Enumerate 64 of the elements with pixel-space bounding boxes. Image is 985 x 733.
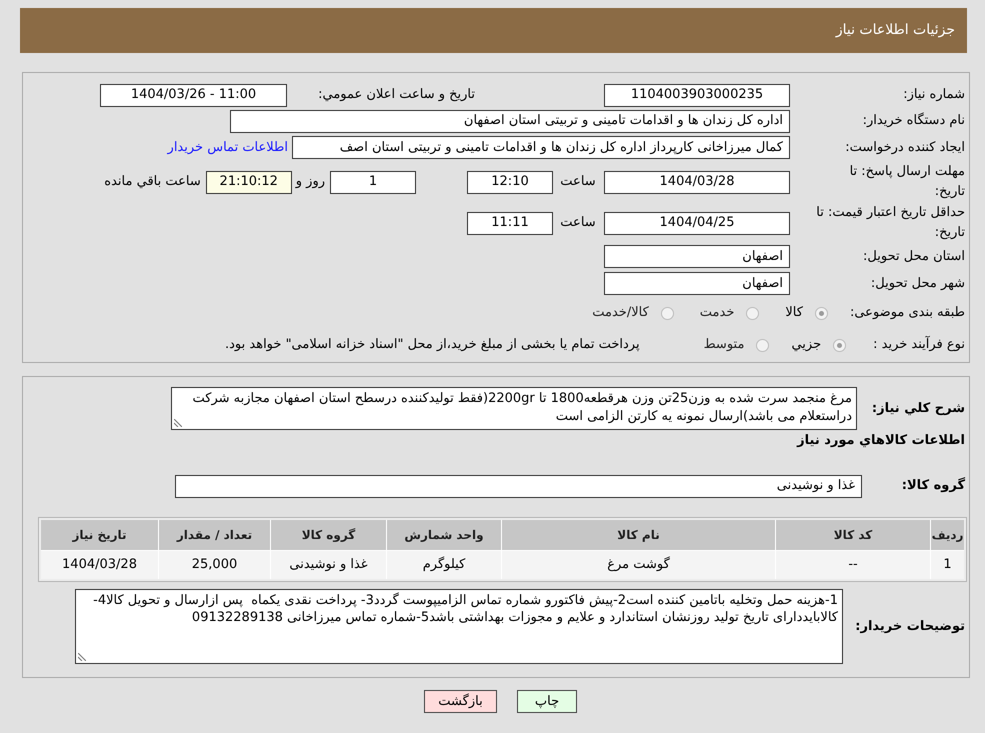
field-label: شماره نیاز: (902, 86, 965, 104)
field-label: نوع فرآیند خرید : (873, 335, 965, 354)
radio-label: متوسط (704, 336, 744, 354)
city-field[interactable]: اصفهان (604, 272, 790, 295)
column-header: گروه کالا (271, 520, 386, 550)
buyer-notes-field[interactable]: 1-هزینه حمل وتخلیه باتامین کننده است2-پیش فاکتورو شماره تماس الزامیپوست گردد3- پرداخت نقدی یکماه پس ازارسال و تحویل کالا4-کالابایددارای تاریخ تولید روزنشان استاندارد و علایم و مجوزات بهداشتی باشد5-شماره تماس میرزاخانی 09132289138 (75, 589, 843, 664)
field-label: گروه کالا: (900, 476, 965, 496)
payment-note: پرداخت تمام يا بخشی از مبلغ خرید،از محل "اسناد خزانه اسلامی" خواهد بود. (225, 336, 640, 354)
field-label: ساعت (559, 214, 597, 232)
table-cell: 1 (931, 551, 964, 579)
days-field[interactable]: 1 (330, 170, 416, 194)
buyer-org-field[interactable]: اداره کل زندان ها و اقدامات تامینی و تربیتی استان اصفهان (230, 110, 790, 132)
column-header: واحد شمارش (387, 520, 501, 550)
field-label: روز و (296, 173, 325, 192)
table-cell: 25,000 (159, 551, 270, 579)
requester-field[interactable]: کمال میرزاخانی کارپرداز اداره کل زندان ها و اقدامات تامینی و تربیتی استان اصف (292, 136, 790, 159)
radio-button[interactable] (746, 306, 760, 320)
validity-date-field[interactable]: 1404/04/25 (604, 212, 790, 234)
field-label: تاريخ و ساعت اعلان عمومي: (317, 86, 475, 104)
province-field[interactable]: اصفهان (604, 245, 790, 268)
table-cell: غذا و نوشیدنی (271, 551, 386, 579)
field-label: مهلت ارسال پاسخ: تا تاریخ: (848, 163, 965, 201)
column-header: تعداد / مقدار (159, 520, 270, 550)
buyer-contact-link[interactable]: اطلاعات تماس خریدار (168, 138, 288, 158)
validity-time-field[interactable]: 11:11 (467, 212, 553, 234)
field-label: شهر محل تحویل: (870, 274, 965, 293)
reply-date-field[interactable]: 1404/03/28 (604, 170, 790, 194)
field-label: حداقل تاریخ اعتبار قیمت: تا تاریخ: (815, 204, 965, 242)
column-header: نام کالا (502, 520, 775, 550)
radio-button[interactable] (660, 306, 674, 320)
radio-button[interactable] (756, 338, 770, 352)
field-label: ساعت باقي مانده (104, 173, 201, 192)
column-header: تاریخ نیاز (41, 520, 158, 550)
reply-time-field[interactable]: 12:10 (467, 170, 553, 194)
radio-button[interactable] (833, 338, 846, 352)
description-field[interactable]: مرغ منجمد سرت شده به وزن25تن وزن هرقطعه1800 تا 2200gr(فقط تولیدکننده درسطح استان اصفهان مجازبه شرکت دراستعلام می باشد)ارسال نمونه یه کارتن الزامی است (171, 387, 857, 430)
table-cell: -- (776, 551, 930, 579)
resize-grip-icon (174, 419, 182, 427)
radio-label: کالا (785, 304, 803, 322)
radio-label: جزيي (791, 336, 822, 354)
table-cell: گوشت مرغ (502, 551, 775, 579)
field-label: شرح كلي نياز: (870, 400, 965, 418)
resize-grip-icon (78, 653, 86, 661)
radio-label: کالا/خدمت (592, 304, 649, 322)
field-label: ساعت (559, 173, 597, 192)
field-label: طبقه بندی موضوعی: (850, 304, 965, 322)
field-label: ایجاد کننده درخواست: (844, 138, 965, 157)
field-label: توضیحات خریدار: (854, 618, 965, 636)
table-cell: 1404/03/28 (41, 551, 158, 579)
goods-group-field[interactable]: غذا و نوشیدنی (175, 474, 862, 498)
column-header: کد کالا (776, 520, 930, 550)
table-cell: کیلوگرم (387, 551, 501, 579)
column-header: ردیف (931, 520, 964, 550)
print-button[interactable]: چاپ (517, 690, 577, 713)
back-button[interactable]: بازگشت (424, 690, 497, 713)
page-title: جزئیات اطلاعات نیاز (836, 21, 955, 40)
need-number-field[interactable]: 1104003903000235 (604, 84, 790, 106)
field-label: نام دستگاه خریدار: (862, 112, 965, 130)
section-heading: اطلاعات كالاهاي مورد نياز (797, 432, 965, 450)
radio-label: خدمت (700, 304, 734, 322)
remaining-time-field[interactable]: 21:10:12 (206, 170, 292, 194)
radio-button[interactable] (814, 306, 828, 320)
announce-date-field[interactable]: 1404/03/26 - 11:00 (100, 84, 287, 106)
field-label: استان محل تحویل: (862, 248, 965, 266)
